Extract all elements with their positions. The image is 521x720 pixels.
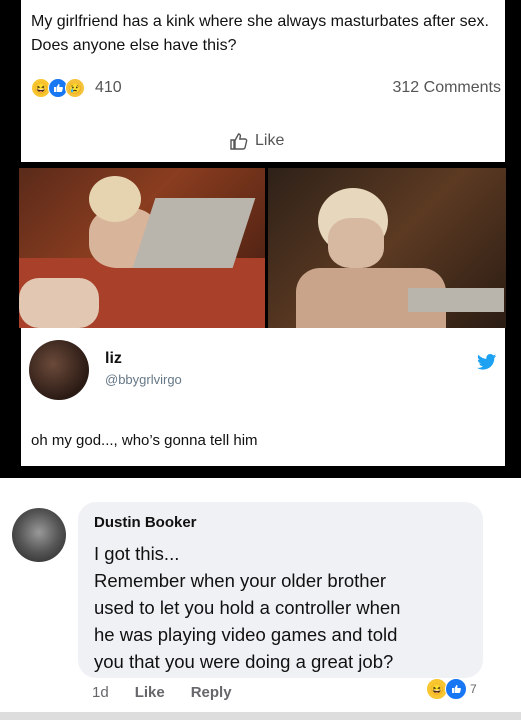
tweet-text: oh my god..., who’s gonna tell him	[31, 432, 258, 449]
comment-reaction-count: 7	[470, 682, 477, 696]
tweet-card: liz @bbygrlvirgo oh my god..., who’s gon…	[21, 328, 505, 466]
comment-line: he was playing video games and told	[94, 624, 398, 645]
tweet-author-name[interactable]: liz	[105, 350, 122, 368]
comment-line: I got this...	[94, 543, 180, 564]
comment-line: used to let you hold a controller when	[94, 597, 401, 618]
comment-body: I got this... Remember when your older b…	[94, 540, 479, 675]
post-image-left	[19, 168, 265, 328]
post-image-right	[268, 168, 506, 328]
tweet-author-handle[interactable]: @bbygrlvirgo	[105, 372, 182, 387]
post-like-label: Like	[255, 132, 285, 149]
post-reaction-count[interactable]: 410	[95, 78, 122, 98]
comment-line: you that you were doing a great job?	[94, 651, 394, 672]
bottom-divider	[0, 712, 521, 720]
post-like-button[interactable]: Like	[229, 131, 284, 151]
comment-like-button[interactable]: Like	[135, 684, 165, 701]
sad-icon: 😢	[65, 78, 85, 98]
comment-section: Dustin Booker I got this... Remember whe…	[0, 478, 521, 720]
comment-time[interactable]: 1d	[92, 684, 109, 701]
comment-line: Remember when your older brother	[94, 570, 387, 591]
like-icon	[445, 678, 467, 700]
comment-actions: 1d Like Reply	[92, 684, 232, 701]
commenter-avatar[interactable]	[12, 508, 66, 562]
tweet-avatar[interactable]	[29, 340, 89, 400]
comments-count-link[interactable]: 312 Comments	[393, 78, 502, 98]
comment-reactions[interactable]: 😆 7	[426, 678, 477, 700]
post-text: My girlfriend has a kink where she alway…	[31, 13, 489, 54]
twitter-bird-icon	[477, 354, 497, 375]
thumbs-up-icon	[230, 133, 248, 150]
comment-author-name[interactable]: Dustin Booker	[94, 514, 197, 531]
facebook-post-card: My girlfriend has a kink where she alway…	[21, 0, 505, 162]
comment-reply-button[interactable]: Reply	[191, 684, 232, 701]
post-reactions[interactable]: 😆 😢	[31, 78, 85, 98]
